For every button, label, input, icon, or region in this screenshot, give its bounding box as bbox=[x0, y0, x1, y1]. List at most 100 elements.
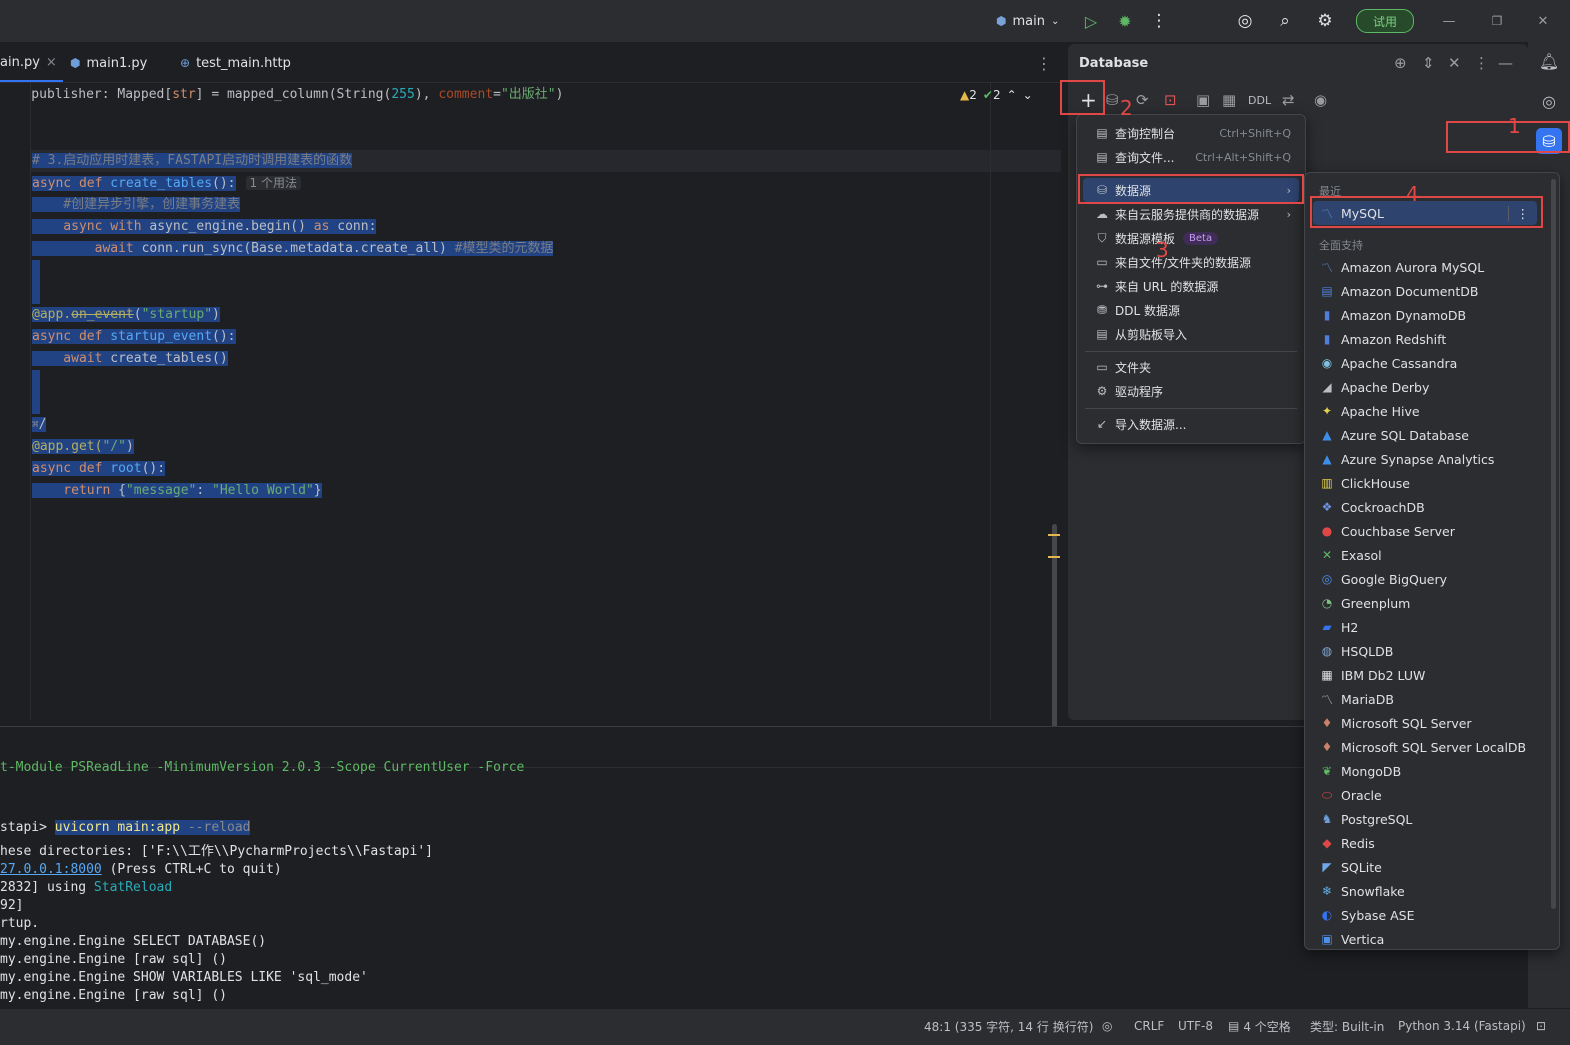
folder-icon: ▭ bbox=[1096, 255, 1108, 269]
file-encoding[interactable]: UTF-8 bbox=[1178, 1009, 1213, 1043]
share-icon[interactable]: ⌘ bbox=[32, 418, 39, 431]
terminal-line: hese directories: ['F:\\工作\\PycharmProje… bbox=[0, 844, 433, 859]
submenu-item-apache-derby[interactable]: ◢ Apache Derby bbox=[1313, 375, 1537, 399]
debug-button[interactable]: ✹ bbox=[1110, 0, 1140, 42]
expand-icon[interactable]: ⇕ bbox=[1422, 44, 1435, 82]
couchbase-server-icon: ● bbox=[1321, 524, 1333, 538]
submenu-item-clickhouse[interactable]: ▥ ClickHouse bbox=[1313, 471, 1537, 495]
datasource-label: Amazon DocumentDB bbox=[1341, 283, 1479, 299]
more-actions-icon[interactable]: ⋮ bbox=[1144, 0, 1174, 42]
refresh-icon[interactable]: ⟳ bbox=[1136, 82, 1149, 118]
menu-item-ddl-datasource[interactable]: ⛃ DDL 数据源 bbox=[1083, 298, 1299, 322]
submenu-item-sqlite[interactable]: ◤ SQLite bbox=[1313, 855, 1537, 879]
warning-marker[interactable] bbox=[1048, 556, 1060, 558]
submenu-item-sybase-ase[interactable]: ◐ Sybase ASE bbox=[1313, 903, 1537, 927]
submenu-scrollbar[interactable] bbox=[1551, 179, 1556, 909]
submenu-item-exasol[interactable]: ✕ Exasol bbox=[1313, 543, 1537, 567]
submenu-item-azure-sql-database[interactable]: ▲ Azure SQL Database bbox=[1313, 423, 1537, 447]
submenu-item-postgresql[interactable]: ♞ PostgreSQL bbox=[1313, 807, 1537, 831]
menu-item-file-datasource[interactable]: ▭ 来自文件/文件夹的数据源 bbox=[1083, 250, 1299, 274]
menu-item-clipboard-import[interactable]: ▤ 从剪贴板导入 bbox=[1083, 322, 1299, 346]
submenu-item-amazon-aurora-mysql[interactable]: 〽 Amazon Aurora MySQL bbox=[1313, 255, 1537, 279]
submenu-item-amazon-dynamodb[interactable]: ▮ Amazon DynamoDB bbox=[1313, 303, 1537, 327]
more-tabs-icon[interactable]: ⋮ bbox=[1036, 44, 1052, 82]
disconnect-icon[interactable]: ⊡ bbox=[1164, 82, 1177, 118]
submenu-item-mariadb[interactable]: 〽 MariaDB bbox=[1313, 687, 1537, 711]
redis-icon: ◆ bbox=[1322, 836, 1332, 850]
close-icon[interactable]: ✕ bbox=[1530, 0, 1556, 42]
oracle-icon: ⬭ bbox=[1321, 787, 1333, 802]
submenu-item-ibm-db2-luw[interactable]: ▦ IBM Db2 LUW bbox=[1313, 663, 1537, 687]
eye-icon[interactable]: ◉ bbox=[1314, 82, 1327, 118]
minimize-icon[interactable]: — bbox=[1436, 0, 1462, 42]
submenu-item-amazon-redshift[interactable]: ▮ Amazon Redshift bbox=[1313, 327, 1537, 351]
submenu-item-redis[interactable]: ◆ Redis bbox=[1313, 831, 1537, 855]
ddl-icon: ⛃ bbox=[1096, 303, 1108, 317]
target-icon[interactable]: ⊕ bbox=[1394, 44, 1407, 82]
branch-selector[interactable]: ⬢ main ⌄ bbox=[996, 0, 1059, 42]
lock-icon[interactable]: ⊡ bbox=[1536, 1009, 1546, 1043]
submenu-item-amazon-documentdb[interactable]: ▤ Amazon DocumentDB bbox=[1313, 279, 1537, 303]
chevron-down-icon[interactable]: ⌄ bbox=[1023, 88, 1033, 102]
datasource-label: Exasol bbox=[1341, 547, 1382, 563]
run-button[interactable]: ▷ bbox=[1076, 0, 1106, 42]
menu-item-url-datasource[interactable]: ⊶ 来自 URL 的数据源 bbox=[1083, 274, 1299, 298]
menu-item-query-console[interactable]: ▤ 查询控制台 Ctrl+Shift+Q bbox=[1083, 121, 1299, 145]
ai-status-icon[interactable]: ◎ bbox=[1102, 1009, 1112, 1043]
collapse-icon[interactable]: ✕ bbox=[1448, 44, 1461, 82]
submenu-item-microsoft-sql-server[interactable]: ♦ Microsoft SQL Server bbox=[1313, 711, 1537, 735]
ai-assistant-icon[interactable]: ◎ bbox=[1230, 0, 1260, 42]
submenu-item-microsoft-sql-server-localdb[interactable]: ♦ Microsoft SQL Server LocalDB bbox=[1313, 735, 1537, 759]
python-interpreter[interactable]: Python 3.14 (Fastapi) bbox=[1398, 1009, 1526, 1043]
vertica-icon: ▣ bbox=[1321, 932, 1333, 946]
more-options-icon[interactable]: ⋮ bbox=[1474, 44, 1489, 82]
submenu-item-greenplum[interactable]: ◔ Greenplum bbox=[1313, 591, 1537, 615]
caret-position[interactable]: 48:1 (335 字符, 14 行 换行符) bbox=[924, 1009, 1093, 1043]
line-separator[interactable]: CRLF bbox=[1134, 1009, 1164, 1043]
gear-icon[interactable]: ⚙ bbox=[1310, 0, 1340, 42]
menu-item-folder[interactable]: ▭ 文件夹 bbox=[1083, 355, 1299, 379]
inspection-widget[interactable]: ▲2 ✔2 ⌃ ⌄ bbox=[960, 88, 1033, 102]
menu-item-drivers[interactable]: ⚙ 驱动程序 bbox=[1083, 379, 1299, 403]
menu-item-import-datasources[interactable]: ↙ 导入数据源... bbox=[1083, 412, 1299, 436]
server-url-link[interactable]: 27.0.0.1:8000 bbox=[0, 862, 102, 877]
search-icon[interactable]: ⌕ bbox=[1270, 0, 1300, 42]
jump-icon[interactable]: ⇄ bbox=[1282, 82, 1295, 118]
submenu-item-snowflake[interactable]: ❄ Snowflake bbox=[1313, 879, 1537, 903]
notifications-icon[interactable]: 🔔︎ bbox=[1536, 48, 1562, 74]
console-icon[interactable]: ▣ bbox=[1196, 82, 1210, 118]
hide-panel-icon[interactable]: — bbox=[1498, 44, 1513, 82]
file-type[interactable]: 类型: Built-in bbox=[1310, 1009, 1384, 1043]
submenu-item-apache-hive[interactable]: ✦ Apache Hive bbox=[1313, 399, 1537, 423]
close-icon[interactable]: × bbox=[46, 55, 57, 70]
submenu-item-oracle[interactable]: ⬭ Oracle bbox=[1313, 783, 1537, 807]
tab-main-py[interactable]: ain.py × bbox=[0, 44, 63, 82]
code-editor[interactable]: ain.py × ⬢ main1.py ⊕ test_main.http ⋮ ▲… bbox=[0, 44, 1062, 754]
chevron-up-icon[interactable]: ⌃ bbox=[1007, 88, 1017, 102]
tab-main1-py[interactable]: ⬢ main1.py bbox=[70, 44, 147, 82]
usage-hint[interactable]: 1 个用法 bbox=[245, 176, 301, 190]
trial-button[interactable]: 试用 bbox=[1356, 9, 1414, 33]
maximize-icon[interactable]: ❐ bbox=[1484, 0, 1510, 42]
warning-marker[interactable] bbox=[1048, 534, 1060, 536]
editor-scrollbar[interactable] bbox=[1052, 524, 1057, 754]
submenu-item-h2[interactable]: ▰ H2 bbox=[1313, 615, 1537, 639]
datasource-properties-icon[interactable]: ⛁ bbox=[1106, 82, 1119, 118]
menu-item-datasource-template[interactable]: ⛉ 数据源模板 Beta bbox=[1083, 226, 1299, 250]
submenu-item-couchbase-server[interactable]: ● Couchbase Server bbox=[1313, 519, 1537, 543]
terminal-panel[interactable]: t-Module PSReadLine -MinimumVersion 2.0.… bbox=[0, 726, 1528, 1009]
submenu-item-google-bigquery[interactable]: ◎ Google BigQuery bbox=[1313, 567, 1537, 591]
indent-setting[interactable]: ▤ 4 个空格 bbox=[1228, 1009, 1291, 1043]
submenu-item-azure-synapse-analytics[interactable]: ▲ Azure Synapse Analytics bbox=[1313, 447, 1537, 471]
submenu-item-vertica[interactable]: ▣ Vertica bbox=[1313, 927, 1537, 951]
table-icon[interactable]: ▦ bbox=[1222, 82, 1236, 118]
ddl-button[interactable]: DDL bbox=[1248, 82, 1271, 118]
submenu-item-cockroachdb[interactable]: ❖ CockroachDB bbox=[1313, 495, 1537, 519]
submenu-item-mongodb[interactable]: ❦ MongoDB bbox=[1313, 759, 1537, 783]
submenu-item-apache-cassandra[interactable]: ◉ Apache Cassandra bbox=[1313, 351, 1537, 375]
tab-test-main-http[interactable]: ⊕ test_main.http bbox=[180, 44, 291, 82]
menu-item-cloud-datasource[interactable]: ☁ 来自云服务提供商的数据源 › bbox=[1083, 202, 1299, 226]
ai-chat-icon[interactable]: ◎ bbox=[1536, 88, 1562, 114]
submenu-item-hsqldb[interactable]: ◍ HSQLDB bbox=[1313, 639, 1537, 663]
menu-item-query-file[interactable]: ▤ 查询文件... Ctrl+Alt+Shift+Q bbox=[1083, 145, 1299, 169]
